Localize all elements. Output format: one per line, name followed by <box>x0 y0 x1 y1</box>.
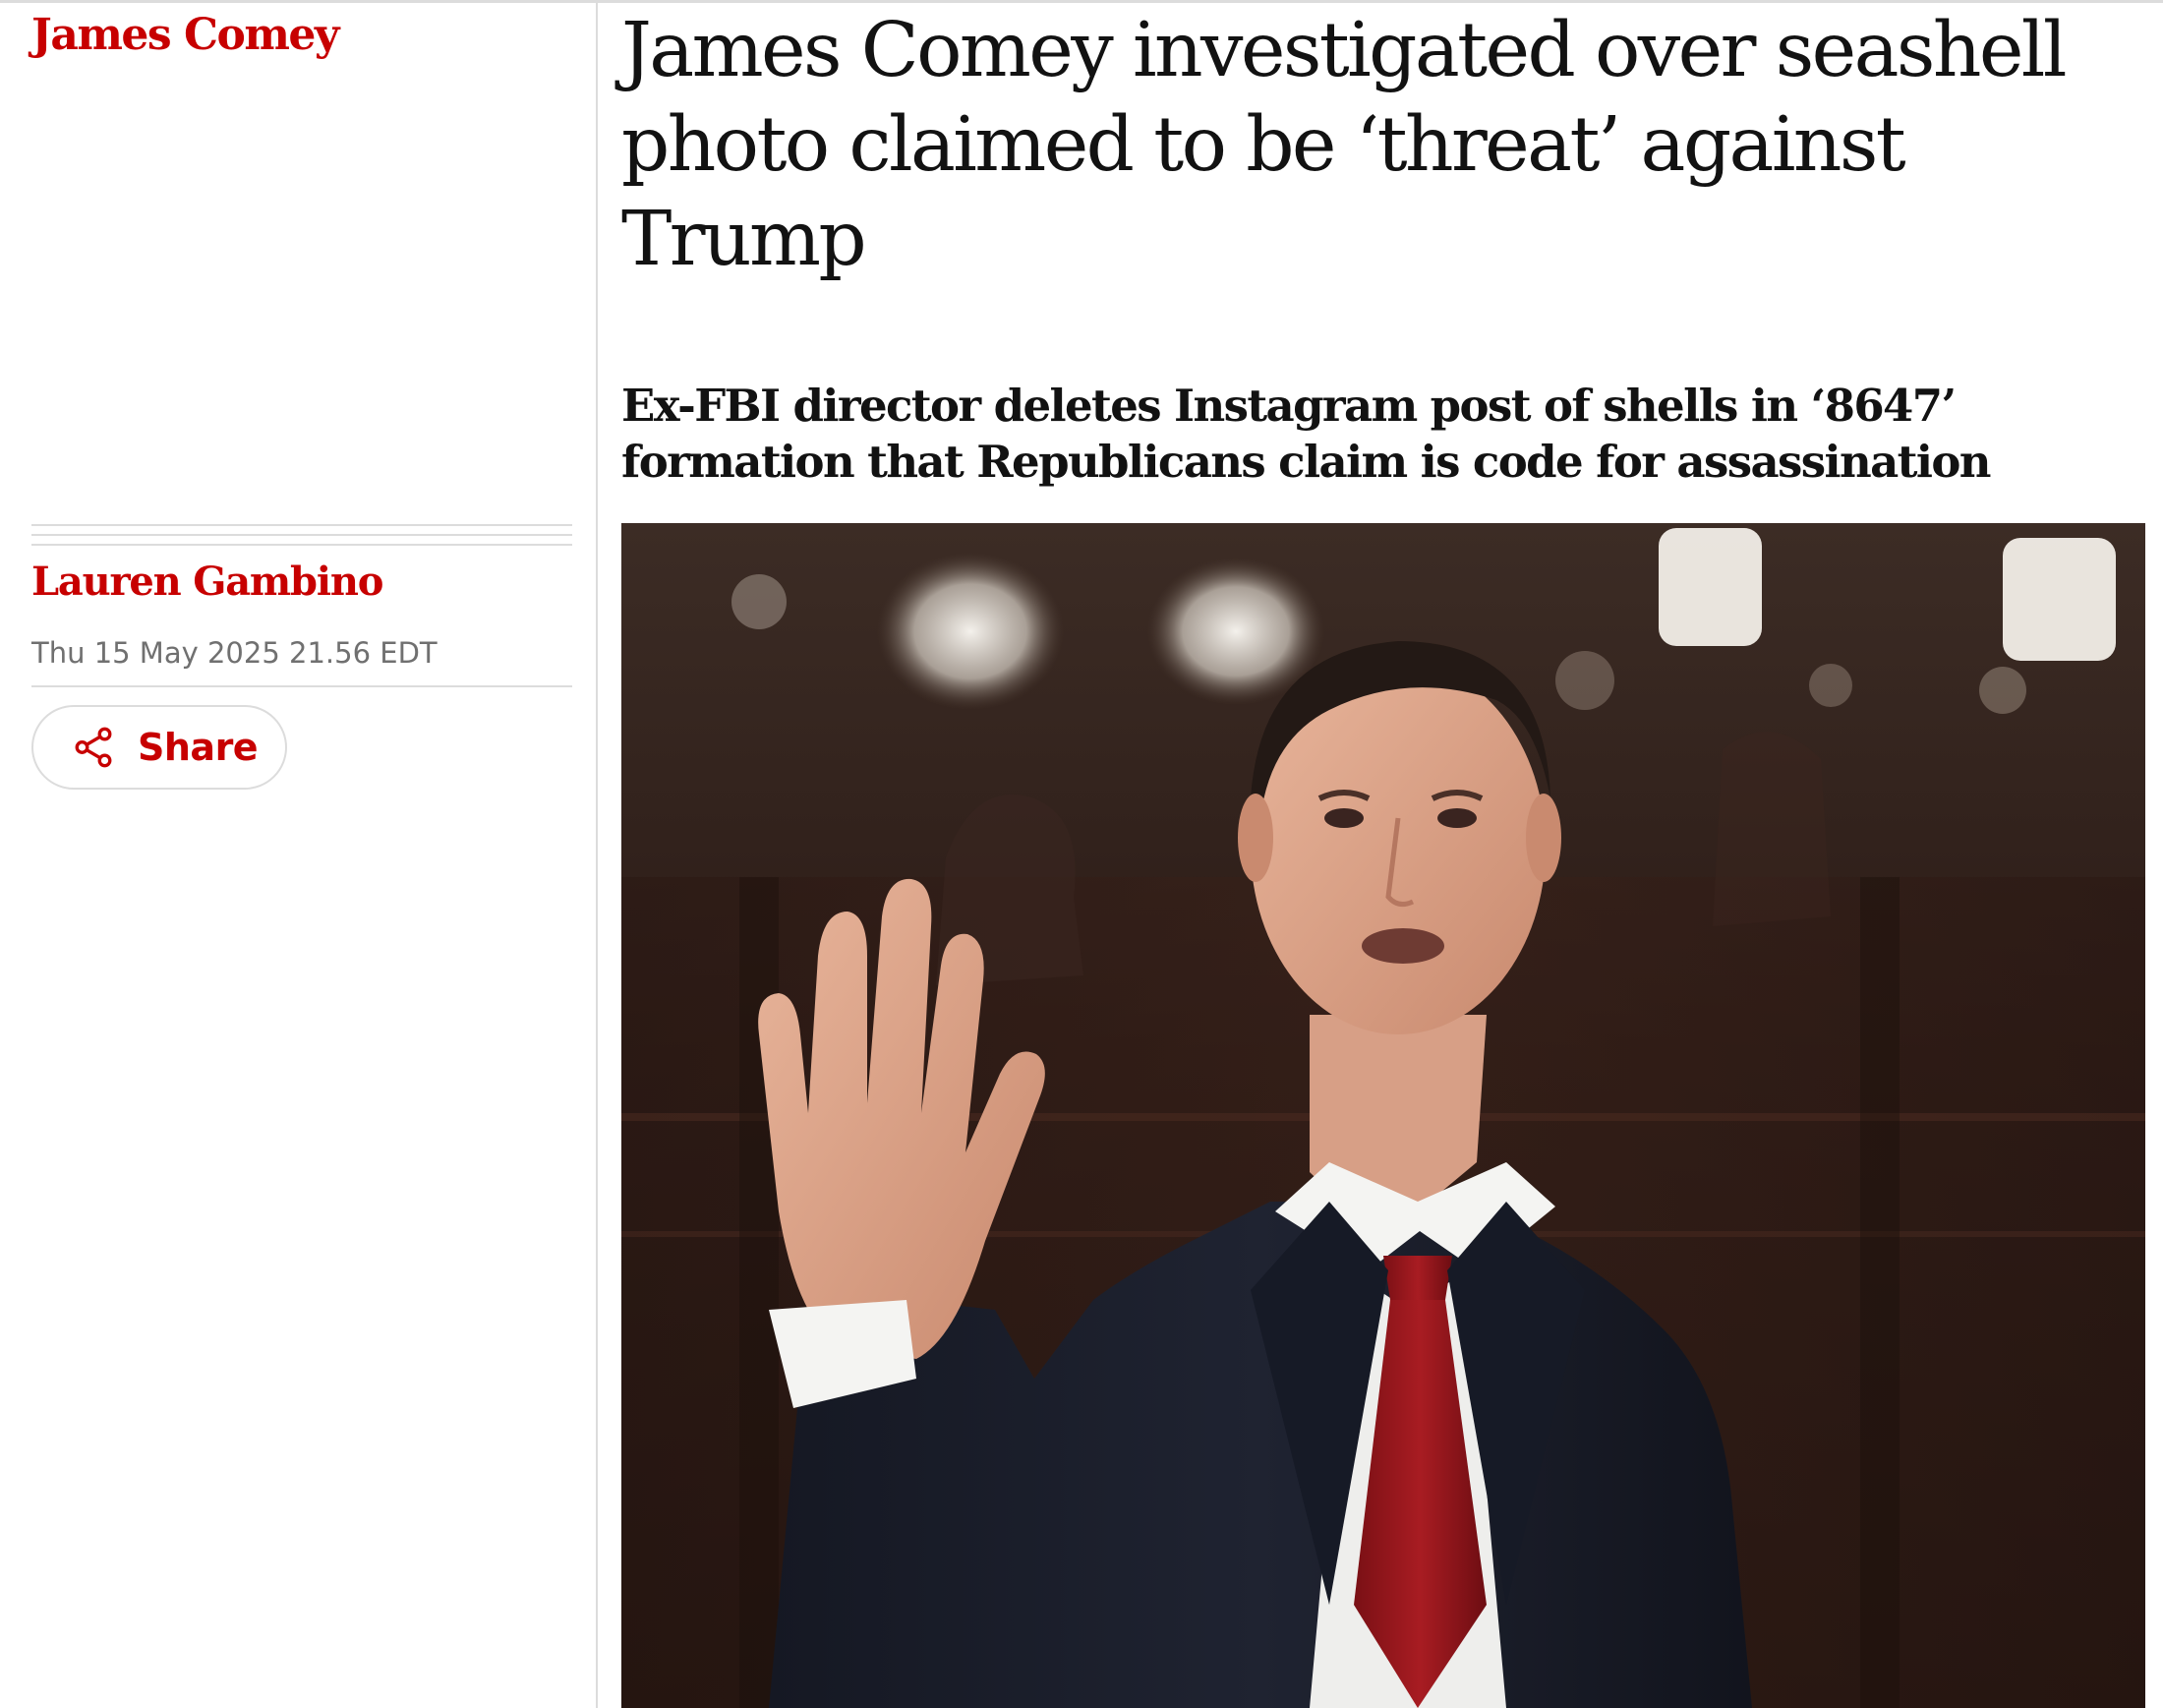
byline-author-link[interactable]: Lauren Gambino <box>31 559 383 605</box>
share-button[interactable]: Share <box>31 705 287 790</box>
article-standfirst: Ex-FBI director deletes Instagram post o… <box>621 380 1991 488</box>
hero-photo-illustration <box>621 523 2145 1708</box>
divider <box>31 534 572 536</box>
share-label: Share <box>138 726 259 769</box>
section-tag-link[interactable]: James Comey <box>31 10 339 60</box>
divider <box>31 544 572 546</box>
article-headline: James Comey investigated over seashell p… <box>621 7 2067 283</box>
divider <box>31 524 572 526</box>
hero-image[interactable] <box>621 523 2145 1708</box>
column-divider <box>596 3 598 1708</box>
publish-date: Thu 15 May 2025 21.56 EDT <box>31 636 438 670</box>
meta-rules <box>31 524 572 554</box>
share-icon <box>75 727 112 768</box>
top-rule <box>0 0 2163 3</box>
divider <box>31 685 572 687</box>
